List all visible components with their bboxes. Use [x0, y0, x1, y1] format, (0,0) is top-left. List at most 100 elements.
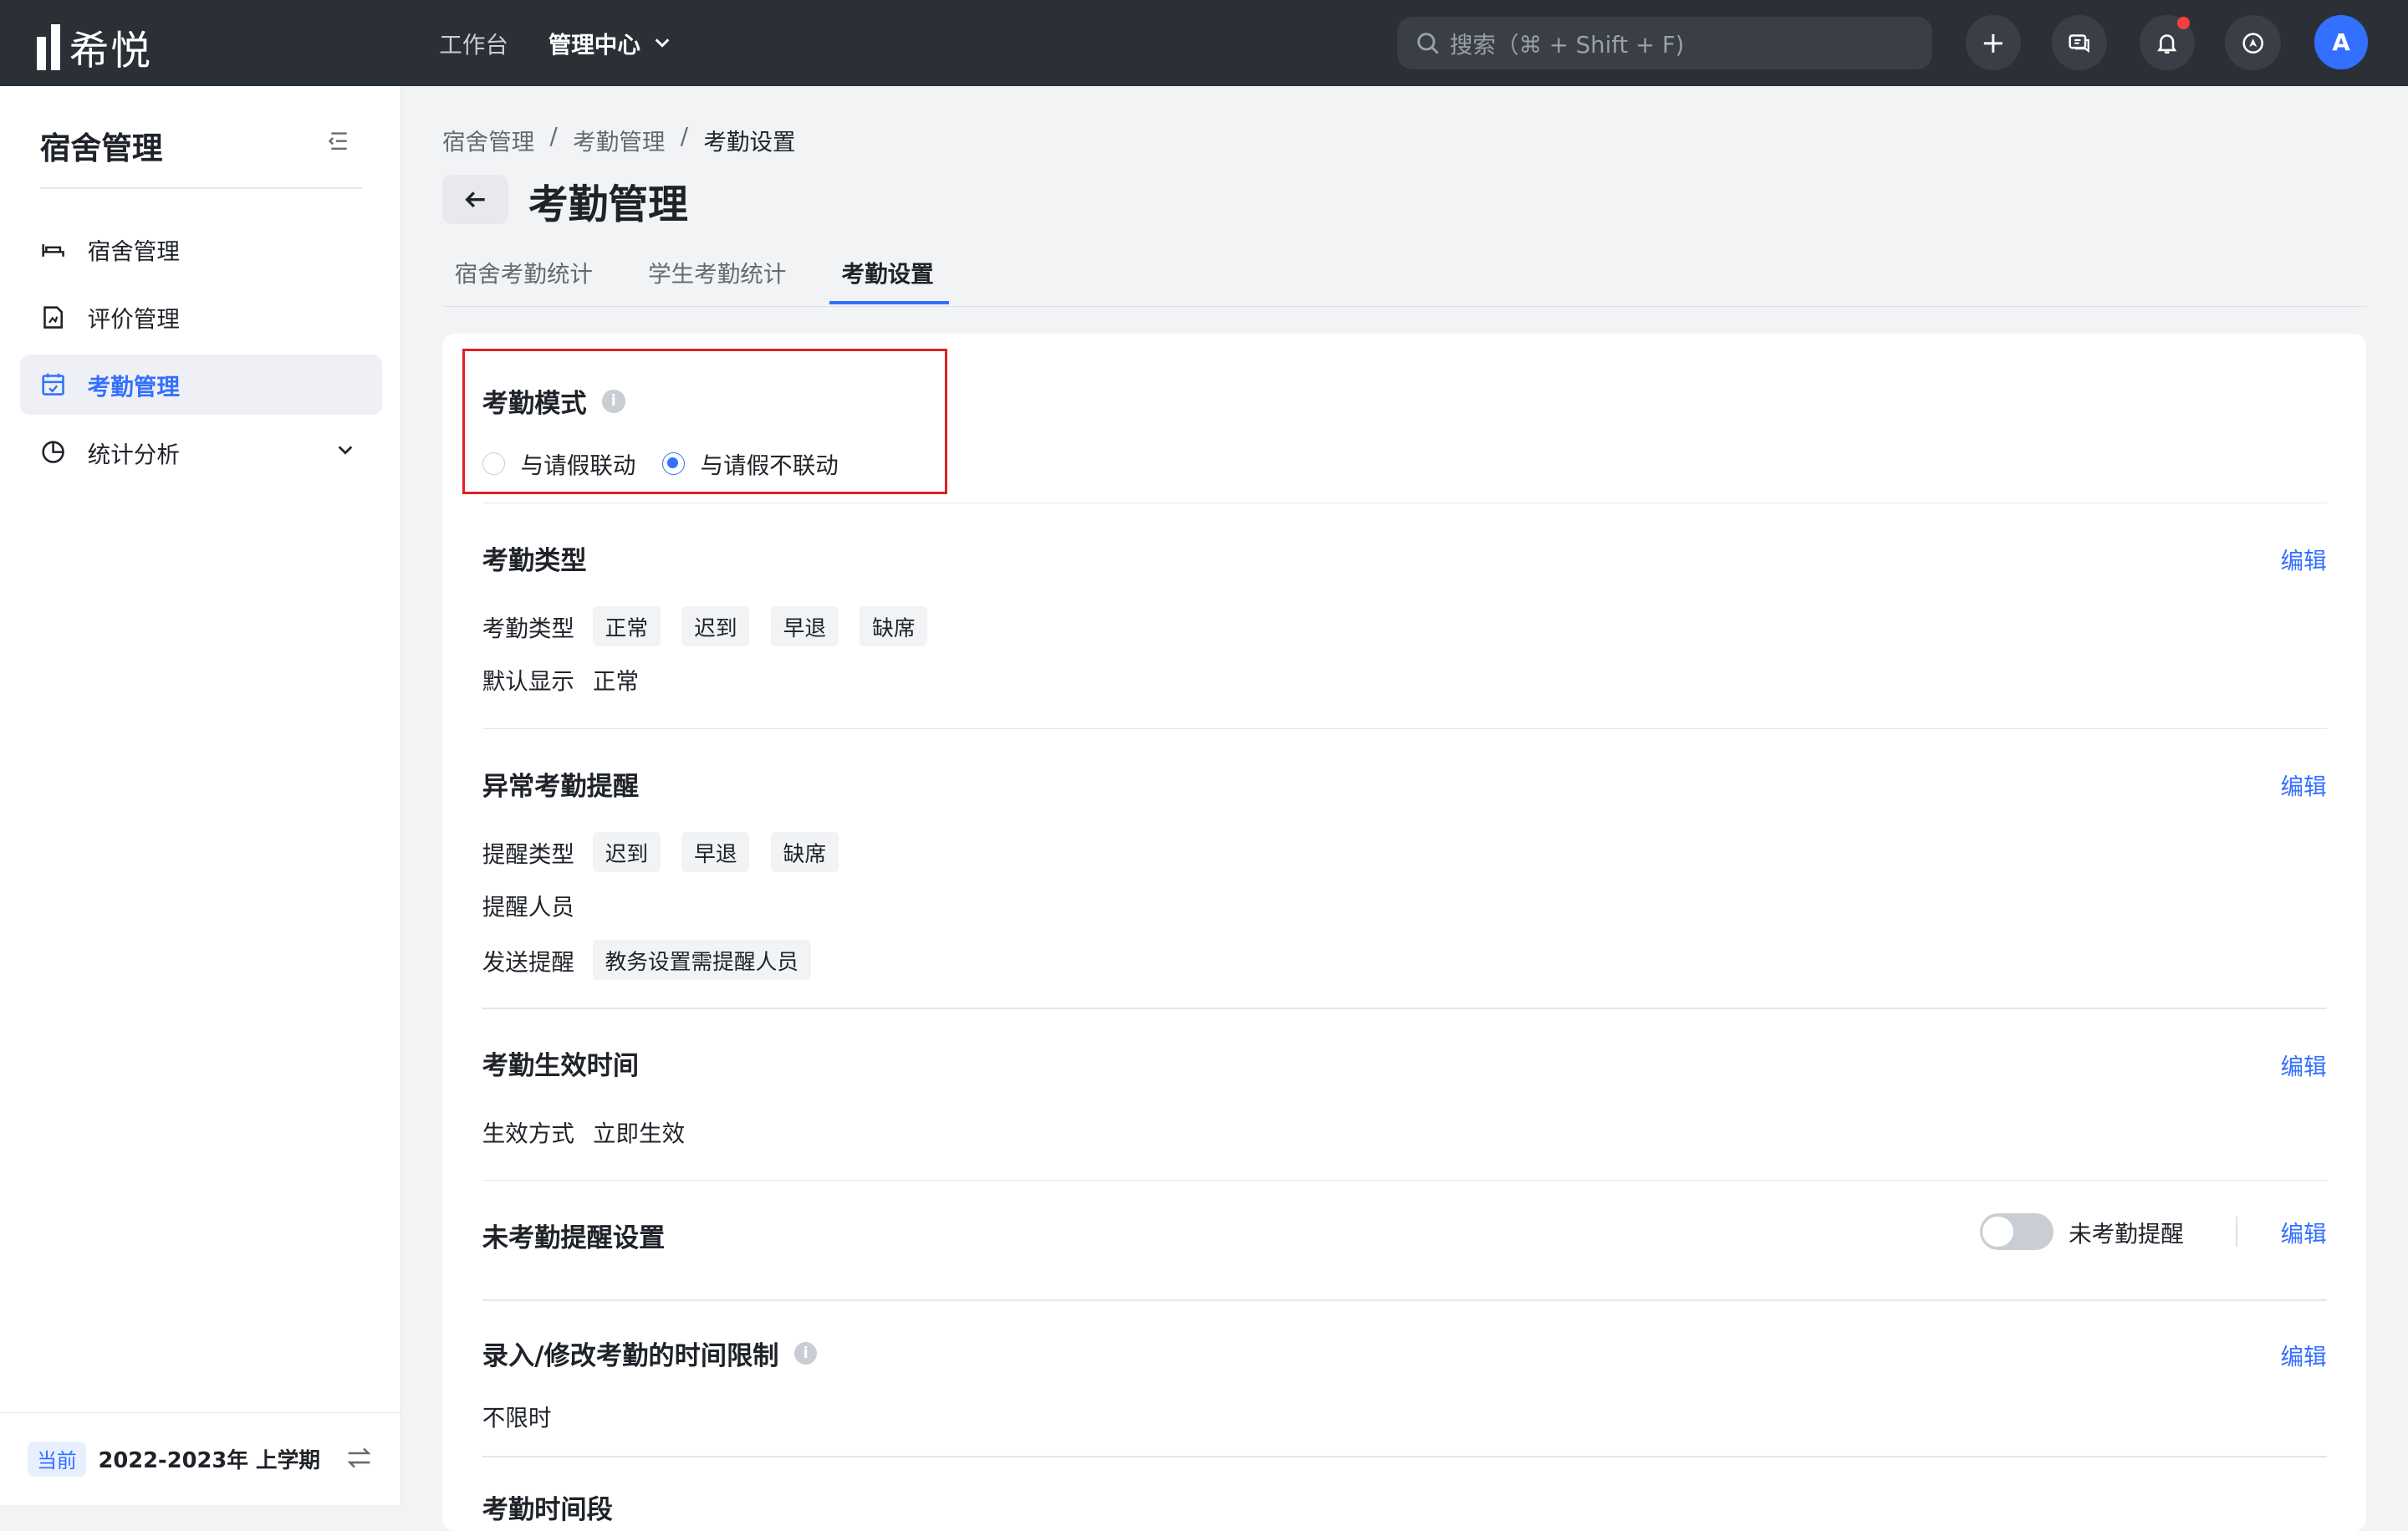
- row-label: 默认显示: [482, 667, 574, 695]
- active-tab-indicator: [829, 301, 950, 304]
- notification-dot: [2177, 17, 2191, 29]
- search-input[interactable]: 搜索（⌘ + Shift + F): [1397, 17, 1932, 69]
- tab-bar: 宿舍考勤统计 学生考勤统计 考勤设置: [441, 246, 2367, 307]
- reminder-toggle[interactable]: [1979, 1213, 2053, 1251]
- nav-admin-center[interactable]: 管理中心: [548, 26, 671, 59]
- section-effective-time: 考勤生效时间 编辑 生效方式 立即生效: [482, 1044, 2327, 1147]
- bell-icon: [2157, 34, 2177, 54]
- row-value: 正常: [592, 667, 640, 695]
- section-abnormal-alert: 异常考勤提醒 编辑 提醒类型 迟到 早退 缺席 提醒人员 发送提醒 教务设置需提…: [482, 765, 2327, 981]
- sidebar-item-attendance[interactable]: 考勤管理: [19, 355, 383, 415]
- switch-icon[interactable]: [345, 1444, 373, 1472]
- row-label: 生效方式: [482, 1120, 574, 1148]
- section-divider: [482, 1007, 2327, 1009]
- search-icon: [1417, 32, 1440, 54]
- info-icon[interactable]: i: [793, 1341, 818, 1365]
- alert-people-row: 提醒人员: [482, 888, 574, 921]
- sidebar-item-label: 统计分析: [87, 441, 180, 468]
- breadcrumb-separator: /: [680, 122, 689, 150]
- app-root: 希悦 工作台 管理中心 搜索（⌘ + Shift + F) A 宿舍管理 宿舍管…: [0, 0, 2408, 1531]
- logo-icon: [37, 23, 60, 71]
- messages-button[interactable]: [2051, 15, 2107, 71]
- edit-reminder-button[interactable]: 编辑: [2281, 1215, 2327, 1248]
- breadcrumb-item-dormitory[interactable]: 宿舍管理: [442, 123, 534, 156]
- section-attendance-period: 考勤时间段: [482, 1488, 2327, 1526]
- alert-type-row: 提醒类型 迟到 早退 缺席: [482, 832, 839, 873]
- tag: 正常: [592, 606, 661, 647]
- settings-card: 考勤模式 i 与请假联动 与请假不联动 考勤类型 编辑 考勤类型 正常 迟到 早…: [441, 333, 2367, 1531]
- tag: 教务设置需提醒人员: [592, 940, 811, 981]
- edit-types-button[interactable]: 编辑: [2281, 542, 2327, 575]
- tag: 缺席: [770, 832, 839, 873]
- sidebar-item-dormitory[interactable]: 宿舍管理: [20, 220, 382, 280]
- sidebar-item-statistics[interactable]: 统计分析: [20, 422, 382, 482]
- breadcrumb-item-attendance[interactable]: 考勤管理: [573, 123, 665, 156]
- sidebar-divider: [39, 187, 363, 189]
- toggle-label: 未考勤提醒: [2069, 1221, 2184, 1248]
- section-title: 未考勤提醒设置: [482, 1222, 666, 1253]
- sidebar-item-label: 宿舍管理: [87, 238, 180, 266]
- section-title: 考勤类型: [482, 545, 587, 576]
- reminder-controls: 未考勤提醒 编辑: [1979, 1213, 2327, 1251]
- calendar-check-icon: [42, 374, 64, 396]
- chevron-down-icon: [338, 446, 353, 455]
- breadcrumb-separator: /: [549, 122, 558, 150]
- term-selector[interactable]: 当前 2022-2023年 上学期: [0, 1411, 401, 1505]
- highlight-box: [462, 348, 948, 495]
- breadcrumb: 宿舍管理 / 考勤管理 / 考勤设置: [442, 123, 796, 156]
- effective-row: 生效方式 立即生效: [482, 1115, 685, 1148]
- section-divider: [482, 1179, 2327, 1181]
- section-divider: [482, 1299, 2327, 1301]
- section-title: 录入/修改考勤的时间限制: [482, 1341, 779, 1372]
- row-label: 提醒人员: [482, 893, 574, 921]
- apps-button[interactable]: [2225, 15, 2281, 71]
- notifications-button[interactable]: [2139, 15, 2195, 71]
- bed-icon: [42, 244, 64, 257]
- document-chart-icon: [43, 306, 63, 329]
- chevron-down-icon: [655, 38, 669, 48]
- section-divider: [482, 1456, 2327, 1458]
- back-button[interactable]: [441, 175, 508, 225]
- sidebar-item-label: 考勤管理: [87, 374, 180, 401]
- chat-icon: [2069, 33, 2090, 53]
- tab-dorm-stats[interactable]: 宿舍考勤统计: [455, 255, 593, 288]
- current-term-text: 2022-2023年 上学期: [98, 1448, 320, 1474]
- row-label: 考勤类型: [482, 615, 574, 643]
- tag: 早退: [681, 832, 750, 873]
- types-row: 考勤类型 正常 迟到 早退 缺席: [482, 606, 928, 647]
- sidebar-menu: 宿舍管理 评价管理 考勤管理 统计分析: [19, 220, 383, 490]
- tag: 早退: [770, 606, 839, 647]
- plus-icon: [1984, 33, 2003, 53]
- section-title: 异常考勤提醒: [482, 771, 640, 802]
- tag: 迟到: [681, 606, 750, 647]
- sidebar-item-evaluation[interactable]: 评价管理: [20, 287, 382, 347]
- nav-workbench[interactable]: 工作台: [439, 26, 508, 59]
- page-title: 考勤管理: [528, 181, 688, 228]
- edit-effective-button[interactable]: 编辑: [2281, 1048, 2327, 1081]
- current-term-badge: 当前: [28, 1441, 86, 1477]
- collapse-sidebar-button[interactable]: [325, 129, 349, 159]
- default-row: 默认显示 正常: [482, 662, 639, 696]
- add-button[interactable]: [1966, 15, 2022, 71]
- compass-icon: [2242, 33, 2263, 54]
- alert-send-row: 发送提醒 教务设置需提醒人员: [482, 940, 811, 981]
- row-label: 提醒类型: [482, 841, 574, 869]
- vertical-divider: [2236, 1216, 2238, 1248]
- section-attendance-type: 考勤类型 编辑 考勤类型 正常 迟到 早退 缺席 默认显示 正常: [482, 539, 2327, 695]
- search-placeholder: 搜索（⌘ + Shift + F): [1449, 32, 1685, 59]
- top-nav: 工作台 管理中心: [439, 0, 671, 86]
- edit-alert-button[interactable]: 编辑: [2281, 768, 2327, 801]
- section-divider: [482, 502, 2327, 504]
- tag: 迟到: [592, 832, 661, 873]
- logo[interactable]: 希悦: [37, 18, 152, 76]
- sidebar-title: 宿舍管理: [39, 130, 163, 166]
- collapse-icon: [329, 132, 348, 151]
- edit-limit-button[interactable]: 编辑: [2281, 1338, 2327, 1371]
- avatar[interactable]: A: [2314, 15, 2369, 69]
- top-bar: 希悦 工作台 管理中心 搜索（⌘ + Shift + F) A: [0, 0, 2408, 86]
- tab-settings[interactable]: 考勤设置: [842, 255, 934, 288]
- tab-student-stats[interactable]: 学生考勤统计: [648, 255, 786, 288]
- arrow-left-icon: [465, 191, 485, 208]
- limit-row: 不限时: [482, 1399, 552, 1432]
- tag: 缺席: [860, 606, 928, 647]
